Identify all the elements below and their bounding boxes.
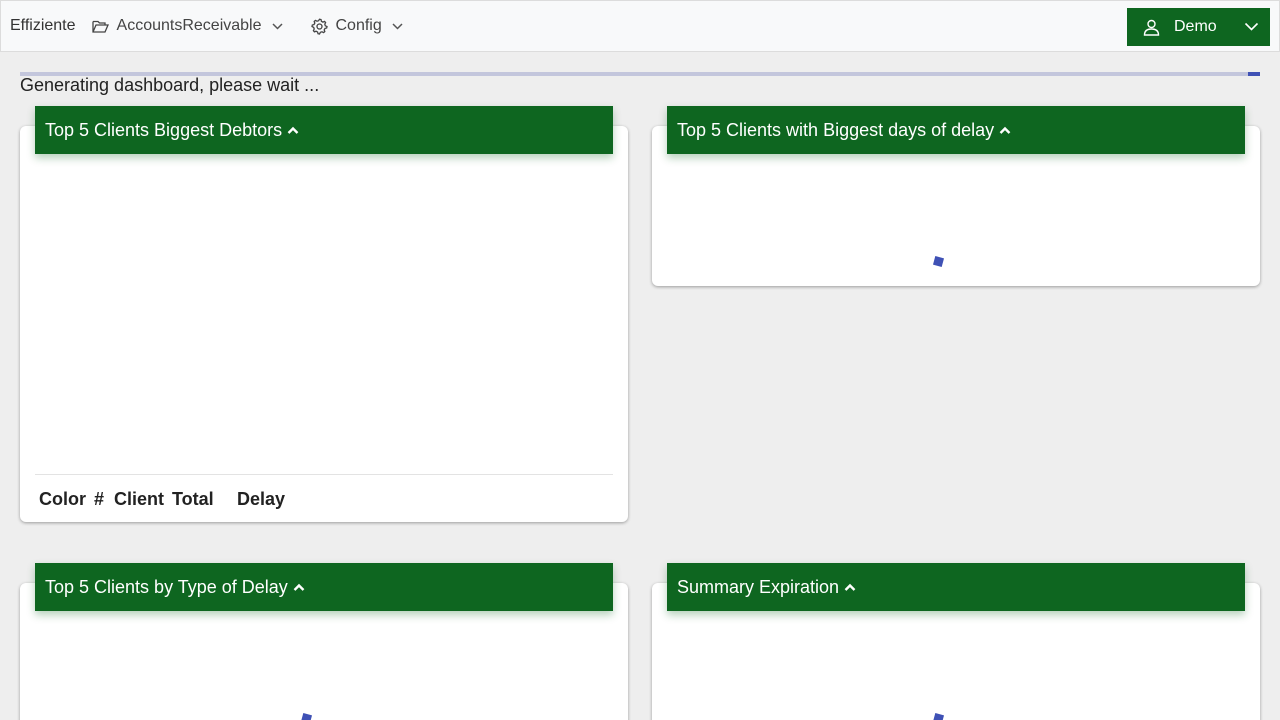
debtors-table-header: Color # Client Total Delay (35, 474, 613, 522)
column-header-color[interactable]: Color (39, 489, 86, 510)
column-header-number[interactable]: # (94, 489, 104, 510)
card-type-of-delay-header[interactable]: Top 5 Clients by Type of Delay (35, 563, 613, 611)
card-biggest-debtors-header[interactable]: Top 5 Clients Biggest Debtors (35, 106, 613, 154)
menu-accounts-receivable-label: AccountsReceivable (116, 17, 262, 34)
chevron-up-icon (844, 583, 856, 591)
chevron-up-icon (287, 126, 299, 134)
card-biggest-delay-header[interactable]: Top 5 Clients with Biggest days of delay (667, 106, 1245, 154)
user-menu-label: Demo (1174, 18, 1217, 35)
loading-spinner-icon (932, 712, 945, 720)
card-title: Top 5 Clients with Biggest days of delay (677, 119, 995, 140)
card-title: Top 5 Clients Biggest Debtors (45, 119, 283, 140)
user-menu-button[interactable]: Demo (1127, 8, 1270, 46)
card-biggest-debtors (20, 126, 628, 522)
card-title: Summary Expiration (677, 576, 840, 597)
column-header-client[interactable]: Client (114, 489, 164, 510)
menu-accounts-receivable[interactable]: AccountsReceivable (91, 17, 283, 35)
folder-open-icon (91, 20, 109, 33)
chevron-down-icon (392, 22, 403, 30)
chevron-down-icon (271, 22, 283, 30)
chevron-down-icon (1244, 22, 1259, 31)
brand-link[interactable]: Effiziente (10, 17, 76, 35)
user-icon (1143, 19, 1160, 36)
card-title: Top 5 Clients by Type of Delay (45, 576, 288, 597)
loading-spinner-icon (300, 712, 313, 720)
menu-config[interactable]: Config (310, 17, 403, 35)
loading-status-message: Generating dashboard, please wait ... (20, 75, 320, 95)
column-header-delay[interactable]: Delay (237, 489, 285, 510)
card-summary-expiration-header[interactable]: Summary Expiration (667, 563, 1245, 611)
column-header-total[interactable]: Total (172, 489, 214, 510)
gear-icon (310, 17, 328, 35)
progress-bar-fill (1247, 72, 1260, 76)
chevron-up-icon (999, 126, 1011, 134)
chevron-up-icon (293, 583, 305, 591)
top-navbar: Effiziente AccountsReceivable Config Dem… (0, 0, 1280, 52)
menu-config-label: Config (335, 17, 382, 34)
